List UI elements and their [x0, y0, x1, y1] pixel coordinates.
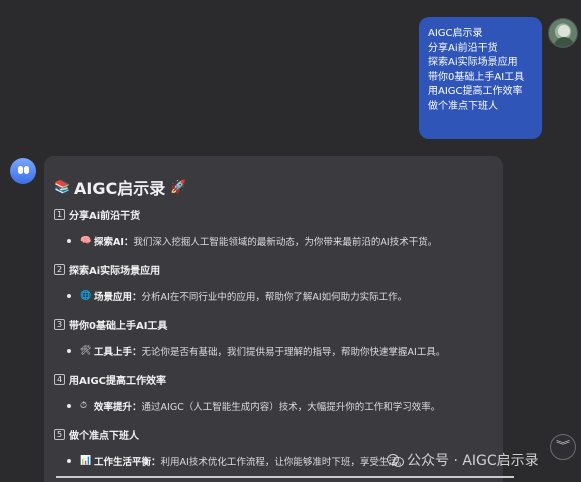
bullet-dot	[67, 294, 71, 298]
horizontal-scrollbar[interactable]	[56, 476, 514, 478]
section-number: 5	[54, 428, 65, 440]
user-message-line: AIGC启示录	[428, 28, 483, 39]
item-text: 分析AI在不同行业中的应用，帮助你了解AI如何助力实际工作。	[141, 292, 408, 303]
stopwatch-icon: ⏱	[80, 401, 88, 411]
list-item: ⏱ 效率提升： 通过AIGC（人工智能生成内容）技术，大幅提升你的工作和学习效率…	[67, 396, 493, 416]
bot-message-title: 📚 AIGC启示录 🚀	[54, 176, 493, 198]
section-3: 3 带你0基础上手AI工具 🛠 工具上手： 无论你是否有基础，我们提供易于理解的…	[54, 314, 493, 361]
section-number: 2	[54, 263, 65, 275]
bullet-dot	[67, 404, 71, 408]
watermark: 公众号 · AIGC启示录	[387, 449, 539, 471]
brain-icon: 🧠	[80, 236, 92, 246]
item-text: 通过AIGC（人工智能生成内容）技术，大幅提升你的工作和学习效率。	[141, 402, 441, 413]
section-4: 4 用AIGC提高工作效率 ⏱ 效率提升： 通过AIGC（人工智能生成内容）技术…	[54, 369, 493, 416]
item-label: 工具上手：	[94, 347, 142, 358]
user-message-line: 探索Ai实际场景应用	[428, 57, 518, 69]
item-label: 工作生活平衡：	[94, 457, 161, 468]
user-message-line: 带你0基础上手AI工具	[428, 71, 525, 83]
chevron-double-down-icon: ︾	[556, 441, 570, 452]
item-label: 效率提升：	[94, 402, 142, 413]
title-text: AIGC启示录	[74, 179, 166, 198]
section-heading: 4 用AIGC提高工作效率	[54, 369, 493, 389]
list-item: 🛠 工具上手： 无论你是否有基础，我们提供易于理解的指导，帮助你快速掌握AI工具…	[67, 341, 493, 361]
section-heading: 1 分享Ai前沿干货	[54, 204, 493, 224]
watermark-text: 公众号 · AIGC启示录	[407, 453, 539, 469]
list-item: 🧠 探索AI： 我们深入挖掘人工智能领域的最新动态，为你带来最前沿的AI技术干货…	[67, 231, 493, 251]
item-text: 无论你是否有基础，我们提供易于理解的指导，帮助你快速掌握AI工具。	[141, 347, 446, 358]
bot-message-card: 📚 AIGC启示录 🚀 1 分享Ai前沿干货 🧠 探索AI： 我们深入挖掘人工智…	[44, 156, 503, 482]
section-heading-text: 用AIGC提高工作效率	[69, 375, 167, 387]
scroll-to-bottom-button[interactable]: ︾	[550, 434, 576, 460]
books-icon: 📚	[54, 179, 71, 195]
user-message-line: 做个准点下班人	[428, 100, 498, 112]
section-heading-text: 分享Ai前沿干货	[69, 210, 141, 222]
item-text: 利用AI技术优化工作流程，让你能够准时下班，享受生活。	[160, 457, 408, 468]
section-number: 3	[54, 318, 65, 330]
bot-avatar	[10, 158, 36, 184]
bar-chart-icon: 📊	[80, 456, 92, 466]
section-heading: 2 探索Ai实际场景应用	[54, 259, 493, 279]
list-item: 🌐 场景应用： 分析AI在不同行业中的应用，帮助你了解AI如何助力实际工作。	[67, 286, 493, 306]
item-label: 场景应用：	[94, 292, 142, 303]
section-2: 2 探索Ai实际场景应用 🌐 场景应用： 分析AI在不同行业中的应用，帮助你了解…	[54, 259, 493, 306]
chat-view: AIGC启示录 分享Ai前沿干货 探索Ai实际场景应用 带你0基础上手AI工具 …	[0, 0, 581, 482]
user-avatar[interactable]	[548, 18, 578, 48]
user-message-bubble: AIGC启示录 分享Ai前沿干货 探索Ai实际场景应用 带你0基础上手AI工具 …	[419, 17, 542, 139]
section-heading: 5 做个准点下班人	[54, 424, 493, 444]
section-heading-text: 探索Ai实际场景应用	[69, 265, 161, 277]
rocket-icon: 🚀	[170, 179, 187, 195]
bullet-dot	[67, 459, 71, 463]
bullet-dot	[67, 349, 71, 353]
user-message-line: 用AIGC提高工作效率	[428, 86, 523, 98]
item-text: 我们深入挖掘人工智能领域的最新动态，为你带来最前沿的AI技术干货。	[133, 237, 438, 248]
section-number: 4	[54, 373, 65, 385]
section-number: 1	[54, 208, 65, 220]
section-heading-text: 做个准点下班人	[69, 430, 139, 442]
bullet-dot	[67, 239, 71, 243]
section-1: 1 分享Ai前沿干货 🧠 探索AI： 我们深入挖掘人工智能领域的最新动态，为你带…	[54, 204, 493, 251]
item-label: 探索AI：	[94, 237, 134, 248]
section-heading: 3 带你0基础上手AI工具	[54, 314, 493, 334]
section-heading-text: 带你0基础上手AI工具	[69, 320, 168, 332]
tools-icon: 🛠	[80, 346, 92, 356]
globe-icon: 🌐	[80, 291, 92, 301]
user-message-line: 分享Ai前沿干货	[428, 42, 498, 54]
wechat-icon	[387, 454, 404, 467]
